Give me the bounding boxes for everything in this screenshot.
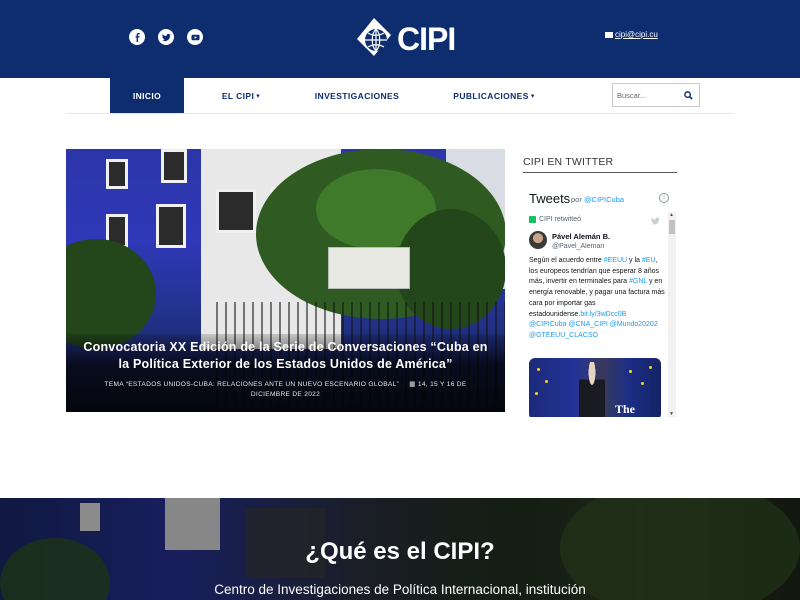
flag-star [649, 366, 652, 369]
twitter-section-heading: CIPI EN TWITTER [523, 156, 614, 168]
hashtag-link[interactable]: #EU [642, 257, 656, 264]
hero-window [216, 189, 256, 233]
nav-label: EL CIPI [221, 91, 255, 101]
hero-window [161, 149, 187, 183]
envelope-icon [605, 31, 613, 38]
scroll-down-icon[interactable]: ▼ [669, 411, 674, 417]
tweet-image-caption: The [615, 402, 636, 416]
twitter-scrollbar[interactable]: ▲ ▼ [668, 212, 676, 417]
nav-label: INICIO [132, 91, 162, 101]
youtube-icon[interactable] [187, 29, 203, 45]
nav-label: PUBLICACIONES [453, 91, 529, 101]
logo-text: CIPI [397, 20, 456, 57]
tweet-text-part: y la [629, 257, 640, 264]
tweet-image-person [579, 362, 605, 417]
tweet-url-link[interactable]: bit.ly/3wDcc0B [580, 311, 626, 318]
tweet-author-name[interactable]: Pável Alemán B. [552, 232, 610, 241]
twitter-timeline-widget: Tweets por @CIPICuba i CIPI retwitteó Pá… [523, 183, 677, 417]
about-title: ¿Qué es el CIPI? [305, 538, 495, 565]
tweet-media-image[interactable]: The [529, 358, 661, 417]
hero-tree [66, 239, 156, 349]
twitter-feed: CIPI retwitteó Pável Alemán B. @Pavel_Al… [529, 212, 677, 417]
hashtag-link[interactable]: #EEUU [604, 257, 627, 264]
globe-logo-icon [357, 18, 391, 56]
about-description: Centro de Investigaciones de Política In… [214, 582, 586, 597]
nav-item-inicio[interactable]: INICIO [110, 78, 184, 114]
cipi-logo[interactable]: CIPI [355, 12, 456, 66]
nav-item-investigaciones[interactable]: INVESTIGACIONES [312, 78, 402, 114]
hero-sign [328, 247, 410, 289]
tweet-author-handle[interactable]: @Pavel_Aleman [552, 243, 604, 250]
hero-window [156, 204, 186, 248]
twitter-by-handle[interactable]: @CIPICuba [584, 195, 624, 204]
twitter-widget-title: Tweets [529, 191, 571, 206]
hashtag-link[interactable]: #GNL [629, 278, 647, 285]
retweet-indicator: CIPI retwitteó [529, 216, 581, 223]
hero-subtitle: TEMA “ESTADOS UNIDOS-CUBA: RELACIONES AN… [86, 380, 485, 400]
chevron-down-icon: ▾ [256, 93, 261, 100]
twitter-icon[interactable] [158, 29, 174, 45]
twitter-by-label: por [571, 195, 582, 204]
flag-star [629, 370, 632, 373]
avatar[interactable] [529, 231, 547, 249]
retweet-label: CIPI retwitteó [539, 216, 582, 223]
twitter-widget-by: por @CIPICuba [571, 195, 624, 204]
tweet-text: Según el acuerdo entre #EEUU y la #EU, l… [529, 256, 665, 342]
nav-item-publicaciones[interactable]: PUBLICACIONES ▾ [449, 78, 539, 114]
scrollbar-thumb[interactable] [669, 220, 675, 234]
flag-star [537, 368, 540, 371]
info-icon[interactable]: i [659, 193, 669, 203]
email-text: cipi@cipi.cu [615, 30, 658, 39]
scroll-up-icon[interactable]: ▲ [669, 212, 674, 218]
retweet-icon [529, 216, 536, 223]
search-input[interactable] [613, 85, 679, 105]
twitter-heading-divider [523, 172, 677, 173]
flag-star [641, 382, 644, 385]
calendar-icon: ▦ [409, 381, 416, 388]
email-link[interactable]: cipi@cipi.cu [605, 30, 658, 39]
search-box [612, 83, 700, 107]
flag-star [545, 380, 548, 383]
tweet-text-part: Según el acuerdo entre [529, 257, 602, 264]
nav-divider [66, 113, 734, 114]
hero-title[interactable]: Convocatoria XX Edición de la Serie de C… [80, 339, 491, 373]
facebook-icon[interactable] [129, 29, 145, 45]
twitter-bird-icon[interactable] [651, 217, 660, 227]
nav-item-el-cipi[interactable]: EL CIPI ▾ [212, 78, 270, 114]
chevron-down-icon: ▾ [530, 93, 535, 100]
top-header-bar: CIPI cipi@cipi.cu [0, 0, 800, 78]
tweet-mentions[interactable]: @CIPICuba @CNA_CIPI @Mundo20202 @GTEEUU_… [529, 321, 658, 339]
hero-window [106, 159, 128, 189]
flag-star [535, 392, 538, 395]
hero-slide[interactable]: Convocatoria XX Edición de la Serie de C… [66, 149, 505, 412]
hero-topic: TEMA “ESTADOS UNIDOS-CUBA: RELACIONES AN… [104, 381, 400, 388]
search-icon[interactable] [679, 90, 697, 100]
nav-label: INVESTIGACIONES [314, 91, 400, 101]
